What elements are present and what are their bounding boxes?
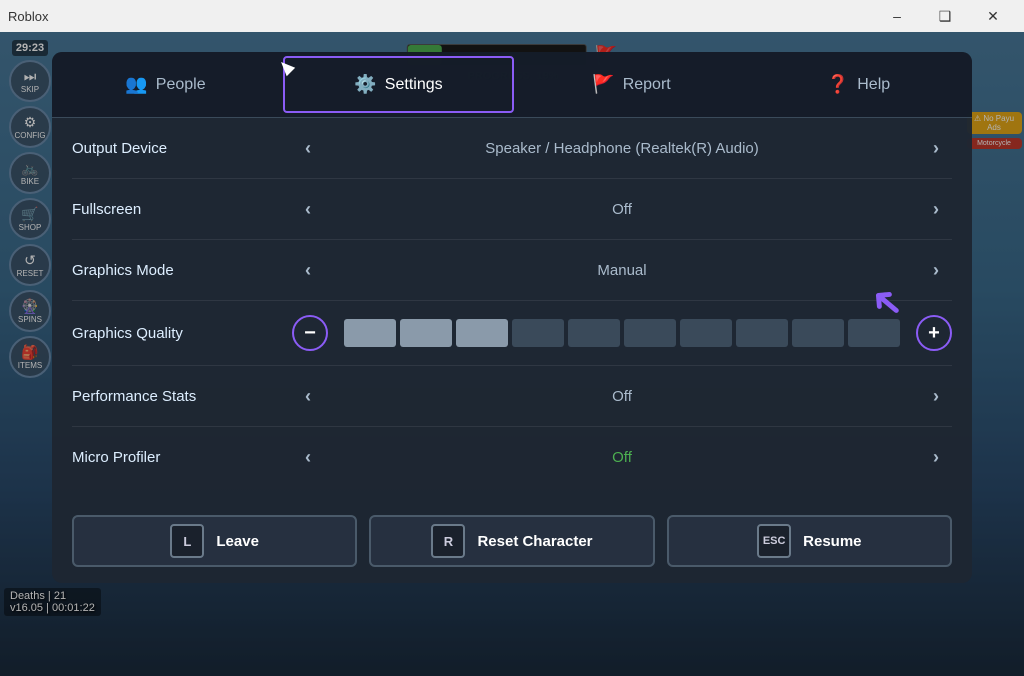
quality-seg-9 [792, 319, 844, 347]
resume-label: Resume [803, 533, 861, 550]
graphics-quality-decrease[interactable]: − [292, 315, 328, 351]
graphics-mode-control: ‹ Manual › [292, 254, 952, 286]
reset-key-badge: R [431, 524, 465, 558]
quality-seg-10 [848, 319, 900, 347]
reset-character-button[interactable]: R Reset Character [369, 515, 654, 567]
setting-row-output-device: Output Device ‹ Speaker / Headphone (Rea… [72, 118, 952, 179]
tab-help-label: Help [857, 76, 890, 94]
output-device-label: Output Device [72, 140, 292, 157]
output-device-prev[interactable]: ‹ [292, 132, 324, 164]
quality-seg-5 [568, 319, 620, 347]
settings-modal: 👥 People ⚙️ Settings 🚩 Report ❓ Help [52, 52, 972, 583]
tab-settings[interactable]: ⚙️ Settings [283, 56, 514, 113]
quality-seg-7 [680, 319, 732, 347]
titlebar-controls: – ❑ ✕ [874, 0, 1016, 32]
setting-row-performance-stats: Performance Stats ‹ Off › [72, 366, 952, 427]
performance-stats-next[interactable]: › [920, 380, 952, 412]
micro-profiler-control: ‹ Off › [292, 441, 952, 473]
graphics-quality-label: Graphics Quality [72, 325, 292, 342]
reset-character-label: Reset Character [477, 533, 592, 550]
quality-seg-8 [736, 319, 788, 347]
output-device-control: ‹ Speaker / Headphone (Realtek(R) Audio)… [292, 132, 952, 164]
report-icon: 🚩 [592, 74, 614, 95]
graphics-quality-increase[interactable]: + [916, 315, 952, 351]
minimize-button[interactable]: – [874, 0, 920, 32]
graphics-mode-label: Graphics Mode [72, 262, 292, 279]
tab-people-label: People [156, 76, 206, 94]
quality-seg-6 [624, 319, 676, 347]
tab-people[interactable]: 👥 People [52, 52, 279, 117]
tabs-bar: 👥 People ⚙️ Settings 🚩 Report ❓ Help [52, 52, 972, 118]
performance-stats-prev[interactable]: ‹ [292, 380, 324, 412]
resume-key-badge: ESC [757, 524, 791, 558]
fullscreen-label: Fullscreen [72, 201, 292, 218]
setting-row-graphics-quality: Graphics Quality − [72, 301, 952, 366]
quality-seg-4 [512, 319, 564, 347]
main-window: Roblox – ❑ ✕ PROGRESS: 19% 🚩 29:23 ⏭ SKI… [0, 0, 1024, 676]
micro-profiler-next[interactable]: › [920, 441, 952, 473]
settings-content: Output Device ‹ Speaker / Headphone (Rea… [52, 118, 972, 503]
performance-stats-control: ‹ Off › [292, 380, 952, 412]
leave-button[interactable]: L Leave [72, 515, 357, 567]
quality-seg-2 [400, 319, 452, 347]
fullscreen-value: Off [340, 201, 904, 218]
quality-seg-1 [344, 319, 396, 347]
graphics-mode-next[interactable]: › [920, 254, 952, 286]
quality-seg-3 [456, 319, 508, 347]
game-area: PROGRESS: 19% 🚩 29:23 ⏭ SKIP ⚙ CONFIG 🚲 … [0, 32, 1024, 676]
micro-profiler-label: Micro Profiler [72, 449, 292, 466]
app-title: Roblox [8, 9, 48, 24]
setting-row-graphics-mode: Graphics Mode ‹ Manual › [72, 240, 952, 301]
leave-label: Leave [216, 533, 259, 550]
micro-profiler-value: Off [340, 449, 904, 466]
output-device-value: Speaker / Headphone (Realtek(R) Audio) [340, 140, 904, 157]
close-button[interactable]: ✕ [970, 0, 1016, 32]
performance-stats-label: Performance Stats [72, 388, 292, 405]
modal-overlay: 👥 People ⚙️ Settings 🚩 Report ❓ Help [0, 32, 1024, 676]
settings-tab-icon: ⚙️ [354, 74, 376, 95]
micro-profiler-prev[interactable]: ‹ [292, 441, 324, 473]
titlebar-left: Roblox [8, 9, 48, 24]
tab-settings-label: Settings [385, 76, 443, 94]
fullscreen-control: ‹ Off › [292, 193, 952, 225]
help-icon: ❓ [827, 74, 849, 95]
tab-report-label: Report [623, 76, 671, 94]
tab-help[interactable]: ❓ Help [745, 52, 972, 117]
tab-report[interactable]: 🚩 Report [518, 52, 745, 117]
fullscreen-next[interactable]: › [920, 193, 952, 225]
titlebar: Roblox – ❑ ✕ [0, 0, 1024, 32]
resume-button[interactable]: ESC Resume [667, 515, 952, 567]
action-buttons: L Leave R Reset Character ESC Resume [52, 503, 972, 583]
graphics-mode-value: Manual [340, 262, 904, 279]
graphics-quality-track [344, 319, 900, 347]
output-device-next[interactable]: › [920, 132, 952, 164]
graphics-quality-control: − [292, 315, 952, 351]
setting-row-micro-profiler: Micro Profiler ‹ Off › [72, 427, 952, 487]
graphics-mode-prev[interactable]: ‹ [292, 254, 324, 286]
people-icon: 👥 [125, 74, 147, 95]
setting-row-fullscreen: Fullscreen ‹ Off › [72, 179, 952, 240]
fullscreen-prev[interactable]: ‹ [292, 193, 324, 225]
restore-button[interactable]: ❑ [922, 0, 968, 32]
leave-key-badge: L [170, 524, 204, 558]
performance-stats-value: Off [340, 388, 904, 405]
